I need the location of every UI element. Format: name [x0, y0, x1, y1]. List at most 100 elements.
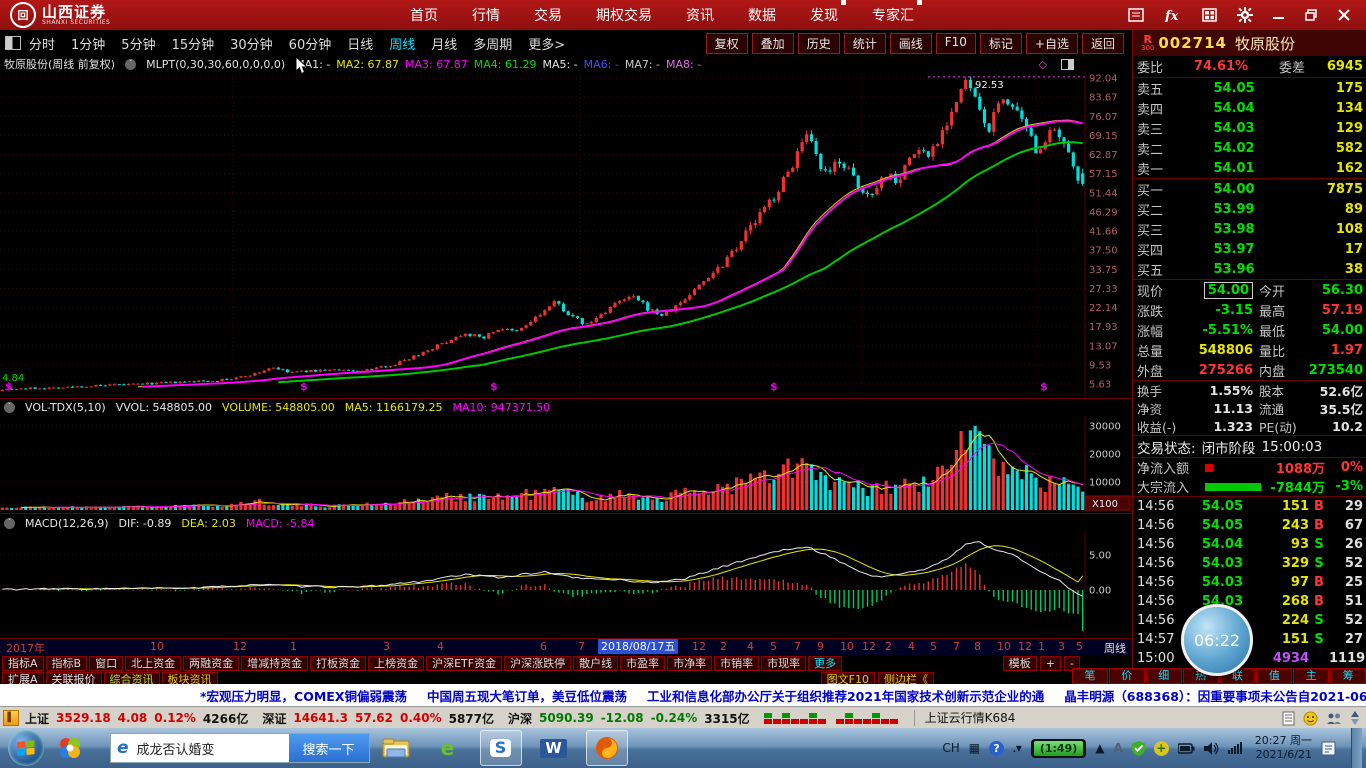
collapse-icon[interactable]: ˇ	[4, 518, 15, 529]
tool-统计[interactable]: 统计	[844, 33, 886, 54]
corner-box-笔[interactable]: 笔	[1072, 668, 1108, 684]
sell-row[interactable]: 卖五54.05175	[1133, 78, 1366, 98]
tab-打板资金[interactable]: 打板资金	[310, 656, 366, 671]
menu-item-数据[interactable]: 数据	[748, 5, 776, 25]
main-candle-chart[interactable]: 92.0483.6776.0769.1562.8757.1551.4446.29…	[0, 72, 1132, 398]
tab-市现率[interactable]: 市现率	[761, 656, 806, 671]
volume-icon[interactable]	[1204, 742, 1219, 755]
period-15分钟[interactable]: 15分钟	[172, 34, 215, 53]
sell-row[interactable]: 卖一54.01162	[1133, 158, 1366, 178]
close-icon[interactable]	[1338, 9, 1350, 21]
period-5分钟[interactable]: 5分钟	[121, 34, 155, 53]
tab-市销率[interactable]: 市销率	[714, 656, 759, 671]
grid-icon[interactable]	[1202, 8, 1217, 22]
tool-F10[interactable]: F10	[936, 33, 976, 54]
search-input[interactable]	[135, 740, 289, 757]
buy-row[interactable]: 买四53.9717	[1133, 239, 1366, 259]
sell-row[interactable]: 卖三54.03129	[1133, 118, 1366, 138]
buy-row[interactable]: 买三53.98108	[1133, 219, 1366, 239]
input-a-icon[interactable]: A	[1114, 741, 1123, 755]
menu-item-资讯[interactable]: 资讯	[686, 5, 714, 25]
trading-app-icon[interactable]	[586, 730, 628, 766]
macd-chart[interactable]: 5.000.00	[0, 532, 1132, 638]
tab-沪深涨跌停[interactable]: 沪深涨跌停	[504, 656, 571, 671]
sogou-icon[interactable]: S	[480, 730, 522, 766]
help-icon[interactable]: ?	[989, 741, 1004, 756]
menu-item-首页[interactable]: 首页	[410, 5, 438, 25]
tab-more[interactable]: 更多	[808, 656, 842, 671]
buy-row[interactable]: 买五53.9638	[1133, 259, 1366, 279]
battery-timer-widget[interactable]: (1:49)	[1031, 739, 1086, 758]
search-button[interactable]: 搜索一下	[289, 734, 369, 762]
corner-box-值[interactable]: 值	[1256, 668, 1292, 684]
report-icon[interactable]	[1282, 711, 1295, 726]
tab-北上资金[interactable]: 北上资金	[125, 656, 181, 671]
date-axis[interactable]: 2018/08/17五 周线 2017年10121346712245791012…	[0, 638, 1132, 655]
period-60分钟[interactable]: 60分钟	[289, 34, 332, 53]
keyboard-icon[interactable]: ▦	[969, 741, 980, 755]
tool-复权[interactable]: 复权	[706, 33, 748, 54]
selected-date-box[interactable]: 2018/08/17五	[598, 639, 678, 654]
desktop-clock-gadget[interactable]: 06:22	[1181, 604, 1253, 676]
network-signal-icon[interactable]	[1228, 742, 1242, 754]
tool-画线[interactable]: 画线	[890, 33, 932, 54]
index-沪深[interactable]: 沪深5090.39-12.08-0.24%3315亿	[508, 710, 750, 727]
restore-icon[interactable]	[1305, 9, 1318, 21]
index-上证[interactable]: 上证3529.184.080.12%4266亿	[25, 710, 248, 727]
pane-window-icon[interactable]	[1061, 59, 1074, 70]
sell-row[interactable]: 卖二54.02582	[1133, 138, 1366, 158]
stock-header[interactable]: R300 002714 牧原股份	[1132, 30, 1366, 57]
menu-item-行情[interactable]: 行情	[472, 5, 500, 25]
lang-indicator[interactable]: CH	[942, 741, 959, 755]
news-item[interactable]: 工业和信息化部办公厅关于组织推荐2021年国家技术创新示范企业的通	[647, 686, 1044, 705]
tool-返回[interactable]: 返回	[1082, 33, 1124, 54]
indicator-name[interactable]: MLPT(0,30,30,60,0,0,0,0)	[146, 58, 285, 71]
users-icon[interactable]	[1326, 711, 1342, 725]
buy-row[interactable]: 买一54.007875	[1133, 179, 1366, 199]
news-item[interactable]: *宏观压力明显，COMEX铜偏弱震荡	[200, 686, 407, 705]
explorer-icon[interactable]	[376, 731, 416, 765]
corner-box-价[interactable]: 价	[1109, 668, 1145, 684]
tab-指标B[interactable]: 指标B	[46, 656, 88, 671]
sell-row[interactable]: 卖四54.04134	[1133, 98, 1366, 118]
pinwheel-app-icon[interactable]	[50, 731, 90, 765]
diamond-marker-icon[interactable]: ◇	[1039, 58, 1047, 71]
period-分时[interactable]: 分时	[29, 34, 55, 53]
tab-市净率[interactable]: 市净率	[667, 656, 712, 671]
taskbar-clock[interactable]: 20:27 周一 2021/6/21	[1255, 734, 1312, 763]
period-月线[interactable]: 月线	[431, 34, 457, 53]
updown-arrows-icon[interactable]	[1350, 711, 1360, 725]
tab-指标A[interactable]: 指标A	[2, 656, 44, 671]
action-center-icon[interactable]	[1321, 741, 1336, 756]
quote-app-icon[interactable]: ▌	[3, 710, 19, 726]
corner-box-细[interactable]: 细	[1146, 668, 1182, 684]
period-30分钟[interactable]: 30分钟	[230, 34, 273, 53]
taskbar-search-widget[interactable]: e 搜索一下	[110, 733, 370, 763]
show-hidden-icons[interactable]: ▲	[1095, 741, 1104, 755]
volume-chart[interactable]: 300002000010000X100	[0, 416, 1132, 513]
expand-tray-icon[interactable]: ᎐▾	[1013, 740, 1022, 756]
tab-市盈率[interactable]: 市盈率	[620, 656, 665, 671]
corner-box-筹[interactable]: 筹	[1330, 668, 1366, 684]
browser-360-icon[interactable]: e	[428, 731, 468, 765]
show-desktop-button[interactable]	[1351, 728, 1362, 768]
buy-row[interactable]: 买二53.9989	[1133, 199, 1366, 219]
collapse-icon[interactable]: ˇ	[125, 59, 136, 70]
tool-标记[interactable]: 标记	[980, 33, 1022, 54]
start-button[interactable]	[8, 730, 44, 766]
news-item[interactable]: 中国周五现大笔订单，美豆低位震荡	[427, 686, 627, 705]
message-icon[interactable]	[1303, 711, 1318, 726]
notes-icon[interactable]	[1128, 8, 1144, 22]
period-多周期[interactable]: 多周期	[473, 34, 512, 53]
collapse-icon[interactable]: ˇ	[4, 402, 15, 413]
safety-shield-icon[interactable]	[1132, 741, 1145, 756]
tool-叠加[interactable]: 叠加	[752, 33, 794, 54]
tab-上榜资金[interactable]: 上榜资金	[368, 656, 424, 671]
plus-circle-icon[interactable]: +	[1154, 741, 1169, 756]
corner-box-主[interactable]: 主	[1293, 668, 1329, 684]
period-日线[interactable]: 日线	[347, 34, 373, 53]
menu-item-期权交易[interactable]: 期权交易	[596, 5, 652, 25]
tool-+自选[interactable]: +自选	[1026, 33, 1078, 54]
news-item[interactable]: 晶丰明源（688368）：因重要事项未公告自2021-06-21起连续停牌	[1064, 686, 1366, 705]
tab-+[interactable]: +	[1040, 656, 1061, 671]
